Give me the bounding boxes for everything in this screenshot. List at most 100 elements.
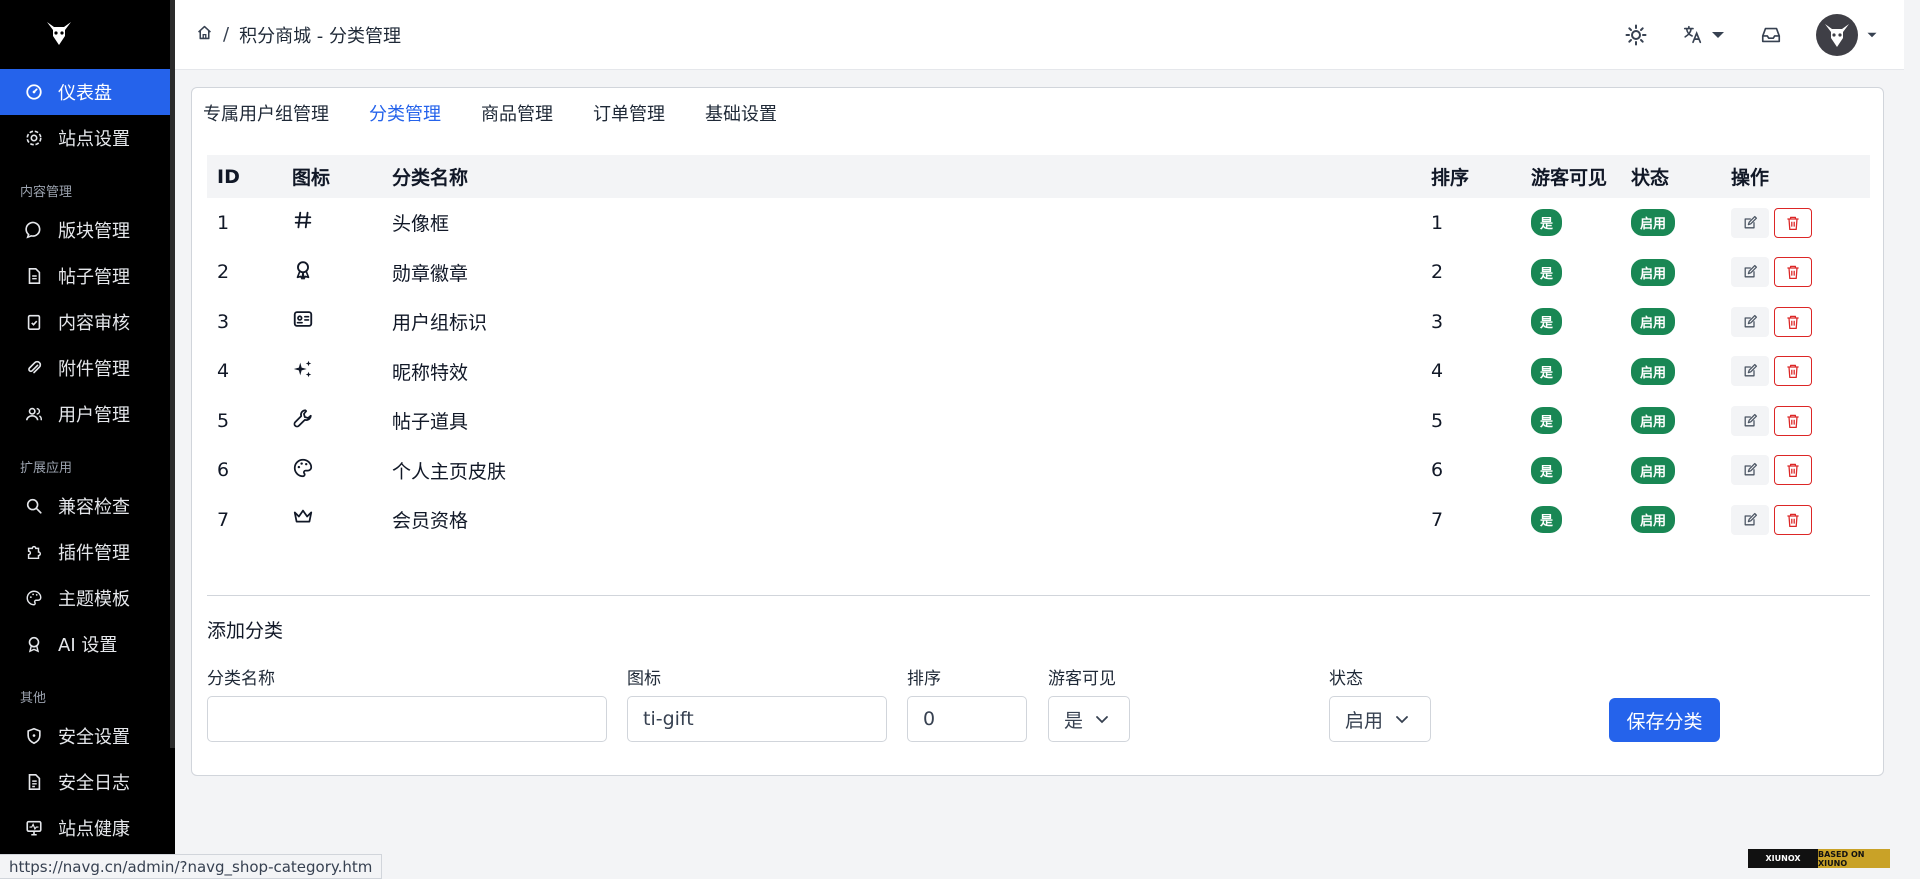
table-row: 2 勋章徽章 2 是 启用	[207, 248, 1870, 298]
tab-products[interactable]: 商品管理	[481, 100, 553, 126]
breadcrumb-current: 积分商城 - 分类管理	[239, 25, 402, 47]
row-id: 4	[217, 360, 230, 383]
tab-orders[interactable]: 订单管理	[593, 100, 665, 126]
edit-icon	[1744, 364, 1758, 377]
sidebar-item-label: 安全日志	[58, 773, 130, 794]
table-row: 7 会员资格 7 是 启用	[207, 495, 1870, 545]
breadcrumb: / 积分商城 - 分类管理	[175, 22, 401, 48]
row-name: 头像框	[392, 213, 450, 236]
tab-bar: 专属用户组管理 分类管理 商品管理 订单管理 基础设置	[192, 88, 1883, 126]
puzzle-icon	[24, 542, 44, 562]
status-badge: 启用	[1631, 209, 1676, 237]
sidebar-item-label: 附件管理	[58, 359, 130, 380]
edit-button[interactable]	[1731, 356, 1769, 387]
caret-down-icon	[1712, 31, 1724, 38]
top-bar: / 积分商城 - 分类管理	[175, 0, 1904, 70]
sidebar-item-label: 版块管理	[58, 221, 130, 242]
edit-button[interactable]	[1731, 455, 1769, 486]
add-category-title: 添加分类	[207, 620, 284, 642]
column-header-icon: 图标	[292, 167, 331, 189]
language-dropdown-button[interactable]	[1682, 24, 1726, 46]
sidebar-section-extensions: 扩展应用	[20, 461, 73, 476]
guest-visible-badge: 是	[1531, 456, 1563, 484]
trash-icon	[1787, 464, 1799, 478]
sidebar-item-ai-settings[interactable]: AI 设置	[0, 621, 175, 667]
clipboard-check-icon	[24, 312, 44, 332]
edit-icon	[1744, 314, 1758, 328]
sidebar-item-label: 安全设置	[58, 727, 130, 748]
edit-button[interactable]	[1731, 504, 1769, 535]
sidebar-item-users[interactable]: 用户管理	[0, 391, 175, 437]
sidebar-item-posts[interactable]: 帖子管理	[0, 253, 175, 299]
crown-icon	[292, 509, 314, 533]
category-name-input[interactable]	[207, 696, 607, 742]
row-id: 3	[217, 310, 230, 333]
sidebar-item-label: 内容审核	[58, 313, 130, 334]
delete-button[interactable]	[1774, 306, 1812, 337]
tab-basic-settings[interactable]: 基础设置	[705, 100, 777, 126]
delete-button[interactable]	[1774, 504, 1812, 535]
sidebar-item-forums[interactable]: 版块管理	[0, 207, 175, 253]
column-header-actions: 操作	[1731, 167, 1770, 189]
sidebar-item-site-settings[interactable]: 站点设置	[0, 115, 175, 161]
edit-icon	[1744, 463, 1758, 476]
edit-button[interactable]	[1731, 306, 1769, 337]
sidebar-item-attachments[interactable]: 附件管理	[0, 345, 175, 391]
content-card: 专属用户组管理 分类管理 商品管理 订单管理 基础设置 ID 图标 分类名称 排…	[191, 87, 1884, 776]
powered-by-badge[interactable]: XIUNOX BASED ON XIUNO	[1748, 849, 1890, 868]
delete-button[interactable]	[1774, 207, 1812, 238]
id-card-icon	[292, 311, 314, 335]
award-icon	[24, 634, 44, 654]
sidebar-item-label: 用户管理	[58, 405, 130, 426]
search-icon	[24, 496, 44, 516]
guest-visible-select[interactable]: 是	[1048, 696, 1130, 742]
row-name: 用户组标识	[392, 312, 488, 335]
paperclip-icon	[24, 358, 44, 378]
sort-field-label: 排序	[907, 669, 941, 689]
edit-button[interactable]	[1731, 257, 1769, 288]
sidebar-item-themes[interactable]: 主题模板	[0, 575, 175, 621]
tab-categories[interactable]: 分类管理	[369, 100, 441, 126]
edit-button[interactable]	[1731, 405, 1769, 436]
user-menu-button[interactable]	[1816, 13, 1878, 56]
delete-button[interactable]	[1774, 356, 1812, 387]
sidebar-item-label: 主题模板	[58, 589, 130, 610]
home-icon[interactable]	[196, 24, 213, 46]
sidebar-item-review[interactable]: 内容审核	[0, 299, 175, 345]
users-icon	[24, 404, 44, 424]
sidebar-scrollbar[interactable]	[170, 0, 175, 748]
row-name: 个人主页皮肤	[392, 460, 507, 483]
tab-exclusive-groups[interactable]: 专属用户组管理	[203, 100, 329, 126]
sidebar-item-security-log[interactable]: 安全日志	[0, 759, 175, 805]
link-status-bar: https://navg.cn/admin/?navg_shop-categor…	[0, 854, 383, 879]
sidebar-item-compat-check[interactable]: 兼容检查	[0, 483, 175, 529]
row-id: 5	[217, 409, 230, 432]
theme-toggle-button[interactable]	[1624, 23, 1648, 47]
sidebar-item-dashboard[interactable]: 仪表盘	[0, 69, 175, 115]
chevron-down-icon	[1396, 715, 1408, 723]
edit-button[interactable]	[1731, 207, 1769, 238]
delete-button[interactable]	[1774, 405, 1812, 436]
column-header-status: 状态	[1631, 167, 1670, 189]
delete-button[interactable]	[1774, 257, 1812, 288]
row-sort: 1	[1431, 211, 1444, 234]
icon-input[interactable]: ti-gift	[627, 696, 887, 742]
language-icon	[1683, 25, 1702, 43]
file-text-icon	[24, 772, 44, 792]
save-category-button[interactable]: 保存分类	[1609, 698, 1720, 742]
inbox-button[interactable]	[1760, 24, 1782, 46]
sidebar-item-security-settings[interactable]: 安全设置	[0, 713, 175, 759]
delete-button[interactable]	[1774, 455, 1812, 486]
sidebar: 仪表盘 站点设置 内容管理 版块管理 帖子管理 内容审核 附件管理 用户管理 扩…	[0, 0, 175, 879]
sidebar-item-plugins[interactable]: 插件管理	[0, 529, 175, 575]
category-table: ID 图标 分类名称 排序 游客可见 状态 操作 1 头像框 1 是 启用 2 …	[207, 155, 1870, 545]
status-select[interactable]: 启用	[1329, 696, 1431, 742]
site-logo[interactable]	[0, 0, 175, 66]
sort-input[interactable]: 0	[907, 696, 1027, 742]
sparkles-icon	[292, 360, 314, 385]
trash-icon	[1787, 414, 1799, 428]
guest-visible-selected-value: 是	[1064, 709, 1084, 732]
sidebar-item-label: 仪表盘	[58, 83, 112, 104]
sidebar-item-label: AI 设置	[58, 635, 118, 656]
sidebar-item-site-health[interactable]: 站点健康	[0, 805, 175, 851]
